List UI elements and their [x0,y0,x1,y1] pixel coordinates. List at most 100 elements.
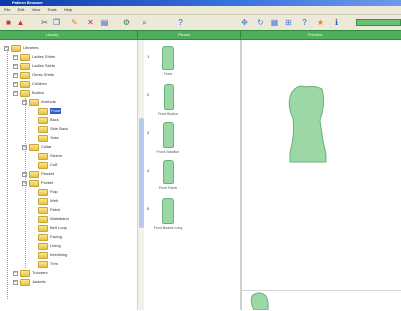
tree-node[interactable]: Interlining [31,251,67,259]
menu-help[interactable]: Help [62,6,74,14]
tree-node-label: Collar [41,144,52,149]
tree-node-label: Libraries [23,45,39,50]
tree-node-label: Cuff [50,162,58,167]
tree-node[interactable]: − Jackets [13,278,46,286]
open-icon[interactable]: ▲ [16,18,25,27]
secondary-piece-shape [250,292,269,311]
grid-icon[interactable]: ▦ [270,18,279,27]
piece-number: 2 [147,92,150,97]
folder-icon [20,89,30,97]
tree-node-label: Lining [50,243,61,248]
folder-icon [38,107,48,115]
folder-icon [20,80,30,88]
help-icon[interactable]: ? [176,18,185,27]
tree-node-label: Gents Shirts [32,72,55,77]
menu-file[interactable]: File [2,6,12,14]
folder-icon [38,125,48,133]
piece-thumbnail[interactable]: 2 Front Bodice [144,82,192,118]
tree-node[interactable]: Waistband [31,215,69,223]
tree-node[interactable]: − Gents Shirts [13,71,54,79]
expand-toggle-icon[interactable]: − [13,63,18,69]
tree-node[interactable]: Back [31,116,59,124]
tree-node[interactable]: Trim [31,260,58,268]
tree-node[interactable]: Side Back [31,125,68,133]
folder-icon [38,251,48,259]
expand-toggle-icon[interactable]: − [13,81,18,87]
measure-icon[interactable]: ⊞ [284,18,293,27]
folder-icon [38,215,48,223]
piece-caption: Front Bodice Long [153,226,183,230]
tree-node[interactable]: − Pocket [22,179,53,187]
piece-caption: Front Variation [156,150,180,154]
piece-number: 1 [147,54,150,59]
new-icon[interactable]: ■ [4,18,13,27]
piece-caption: Front Bodice [158,112,178,116]
tree-node[interactable]: Belt Loop [31,224,67,232]
tree-node-label: Trim [50,261,58,266]
tree-node[interactable]: Flap [31,188,58,196]
expand-toggle-icon[interactable]: − [13,54,18,60]
move-icon[interactable]: ✥ [240,18,249,27]
folder-icon [38,242,48,250]
tree-node[interactable]: − Collar [22,143,51,151]
tree-node[interactable]: Sleeve [31,152,62,160]
piece-caption: Front Panel [158,186,178,190]
zoom-icon[interactable]: ⌕ [140,18,149,27]
delete-icon[interactable]: ✕ [86,18,95,27]
tree-node[interactable]: − Children [13,80,47,88]
tree-node-label: Jackets [32,279,46,284]
tree-node[interactable]: − Libraries [4,44,38,52]
folder-icon [29,98,39,106]
tree-node[interactable]: − Armhole [22,98,56,106]
tree-guide-line [25,98,26,268]
info-icon[interactable]: ℹ [332,18,341,27]
tree-node[interactable]: Yoke [31,134,59,142]
tree-node[interactable]: − Ladies Skirts [13,62,55,70]
tree-node[interactable]: Patch [31,206,60,214]
piece-number: 5 [147,206,150,211]
tree-node-label: Armhole [41,99,56,104]
tree-node[interactable]: − Bodice [13,89,44,97]
folder-icon [11,44,21,52]
tree-node[interactable]: Front [31,107,62,115]
tree-node[interactable]: Cuff [31,161,57,169]
tree-node-label: Trousers [32,270,48,275]
question-icon[interactable]: ? [300,18,309,27]
cut-icon[interactable]: ✂ [40,18,49,27]
tree-node[interactable]: Lining [31,242,61,250]
status-strip [356,19,401,26]
tree-node-label: Flap [50,189,58,194]
tree-node[interactable]: − Trousers [13,269,48,277]
folder-icon [29,170,39,178]
expand-toggle-icon[interactable]: − [13,72,18,78]
piece-thumbnail[interactable]: 3 Front Variation [144,120,192,156]
tree-node-label: Waistband [50,216,69,221]
paste-icon[interactable]: ✎ [70,18,79,27]
tree-node[interactable]: Facing [31,233,62,241]
folder-icon [20,269,30,277]
preview-canvas [288,85,327,163]
expand-toggle-icon[interactable]: − [13,270,18,276]
folder-icon [20,71,30,79]
star-icon[interactable]: ★ [316,18,325,27]
menu-tools[interactable]: Tools [45,6,58,14]
tree-node-label: Ladies Skirts [32,63,55,68]
copy-icon[interactable]: ❐ [52,18,61,27]
expand-toggle-icon[interactable]: − [13,279,18,285]
preview-header: Preview [308,32,323,37]
folder-icon [29,143,39,151]
print-icon[interactable]: ▤ [100,18,109,27]
tree-node[interactable]: − Ladies Shirts [13,53,55,61]
settings-icon[interactable]: ⚙ [122,18,131,27]
piece-thumbnail[interactable]: 1 Front [144,44,192,80]
pieces-panel: 1 Front 2 Front Bodice 3 Front Variation 4 Fron… [144,40,240,310]
piece-thumbnail[interactable]: 5 Front Bodice Long [144,196,192,232]
header-separator [137,31,138,39]
menu-edit[interactable]: Edit [16,6,27,14]
tree-node[interactable]: Welt [31,197,58,205]
menu-view[interactable]: View [30,6,43,14]
piece-thumbnail[interactable]: 4 Front Panel [144,158,192,194]
rotate-icon[interactable]: ↻ [256,18,265,27]
tree-node[interactable]: − Placket [22,170,54,178]
expand-toggle-icon[interactable]: − [13,90,18,96]
